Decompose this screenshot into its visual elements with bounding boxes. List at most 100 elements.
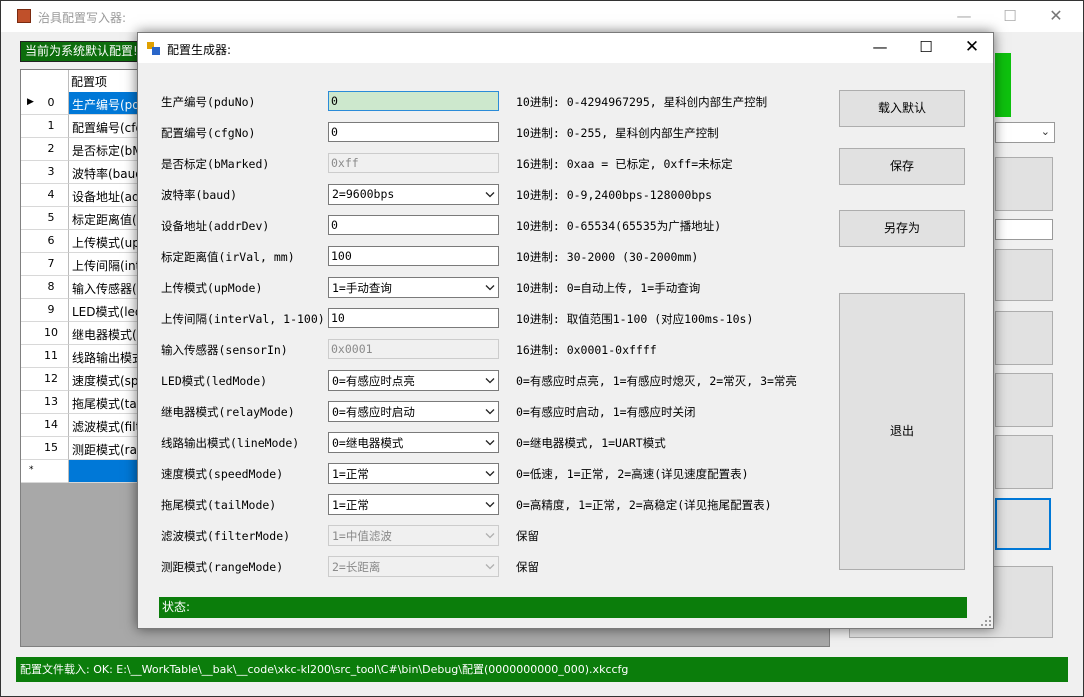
main-maximize-icon[interactable]: ☐ <box>987 1 1033 32</box>
chevron-down-icon: ⌄ <box>1040 125 1050 138</box>
field-2-input: 0xff <box>328 153 499 173</box>
field-6-select[interactable]: 1=手动查询 <box>328 277 499 298</box>
row-index: 3 <box>47 165 55 178</box>
row-index: 4 <box>47 188 55 201</box>
chevron-down-icon[interactable] <box>484 282 496 293</box>
row-header[interactable]: 15 <box>21 437 69 460</box>
field-9-label: LED模式(ledMode) <box>161 374 268 388</box>
exit-button[interactable]: 退出 <box>839 293 965 570</box>
field-12-select[interactable]: 1=正常 <box>328 463 499 484</box>
grid-corner-cell[interactable] <box>21 70 69 92</box>
field-1-input[interactable]: 0 <box>328 122 499 142</box>
field-5-label: 标定距离值(irVal, mm) <box>161 250 295 264</box>
field-2-label: 是否标定(bMarked) <box>161 157 270 171</box>
chevron-down-icon[interactable] <box>484 437 496 448</box>
chevron-down-icon[interactable] <box>484 499 496 510</box>
field-7-input[interactable]: 10 <box>328 308 499 328</box>
row-header[interactable]: 2 <box>21 138 69 161</box>
field-9-select[interactable]: 0=有感应时点亮 <box>328 370 499 391</box>
row-header[interactable]: 7 <box>21 253 69 276</box>
row-header[interactable]: 14 <box>21 414 69 437</box>
side-button-5[interactable] <box>995 435 1053 489</box>
resize-grip-icon[interactable] <box>981 616 991 626</box>
row-index: 8 <box>47 280 55 293</box>
dialog-maximize-icon[interactable]: ☐ <box>903 33 949 63</box>
row-index: 0 <box>47 96 55 109</box>
field-12-note: 0=低速, 1=正常, 2=高速(详见速度配置表) <box>516 467 749 481</box>
config-generator-dialog: 配置生成器: — ☐ ✕ 生产编号(pduNo) 0 10进制: 0-4294967… <box>137 32 994 629</box>
field-3-note: 10进制: 0-9,2400bps-128000bps <box>516 188 713 202</box>
row-index: 7 <box>47 257 55 270</box>
field-7-note: 10进制: 取值范围1-100 (对应100ms-10s) <box>516 312 754 326</box>
field-4-input[interactable]: 0 <box>328 215 499 235</box>
row-header[interactable]: 10 <box>21 322 69 345</box>
field-3-label: 波特率(baud) <box>161 188 238 202</box>
row-index: 10 <box>44 326 58 339</box>
side-button-1[interactable] <box>995 157 1053 211</box>
port-select[interactable]: ⌄ <box>995 122 1055 143</box>
field-5-note: 10进制: 30-2000 (30-2000mm) <box>516 250 699 264</box>
chevron-down-icon <box>484 561 496 572</box>
chevron-down-icon[interactable] <box>484 406 496 417</box>
chevron-down-icon[interactable] <box>484 375 496 386</box>
field-8-label: 输入传感器(sensorIn) <box>161 343 288 357</box>
current-row-marker-icon: ▶ <box>27 97 34 107</box>
side-button-4[interactable] <box>995 373 1053 427</box>
field-1-label: 配置编号(cfgNo) <box>161 126 256 140</box>
field-3-select[interactable]: 2=9600bps <box>328 184 499 205</box>
row-index: 9 <box>47 303 55 316</box>
field-7-label: 上传间隔(interVal, 1-100) <box>161 312 325 326</box>
save-as-button[interactable]: 另存为 <box>839 210 965 247</box>
field-12-label: 速度模式(speedMode) <box>161 467 284 481</box>
row-header[interactable]: 8 <box>21 276 69 299</box>
row-header[interactable]: 3 <box>21 161 69 184</box>
chevron-down-icon[interactable] <box>484 189 496 200</box>
dialog-status-bar: 状态: <box>159 597 967 618</box>
row-header[interactable]: 11 <box>21 345 69 368</box>
row-index: 15 <box>44 441 58 454</box>
row-header[interactable]: 5 <box>21 207 69 230</box>
grid-column-header[interactable]: 配置项 <box>71 73 107 90</box>
dialog-minimize-icon[interactable]: — <box>857 33 903 63</box>
field-10-note: 0=有感应时启动, 1=有感应时关闭 <box>516 405 696 419</box>
dialog-close-icon[interactable]: ✕ <box>949 33 995 63</box>
field-8-note: 16进制: 0x0001-0xffff <box>516 343 657 357</box>
main-close-icon[interactable]: ✕ <box>1033 1 1079 32</box>
field-13-select[interactable]: 1=正常 <box>328 494 499 515</box>
side-text-field[interactable] <box>995 219 1053 240</box>
field-0-note: 10进制: 0-4294967295, 星科创内部生产控制 <box>516 95 768 109</box>
dialog-app-icon <box>147 42 160 55</box>
row-header[interactable]: 12 <box>21 368 69 391</box>
field-1-note: 10进制: 0-255, 星科创内部生产控制 <box>516 126 719 140</box>
status-indicator <box>995 53 1011 117</box>
default-config-banner: 当前为系统默认配置! <box>20 41 143 62</box>
load-default-button[interactable]: 载入默认 <box>839 90 965 127</box>
save-button[interactable]: 保存 <box>839 148 965 185</box>
row-header[interactable]: ▶ 0 <box>21 92 69 115</box>
row-header[interactable]: 4 <box>21 184 69 207</box>
field-14-label: 滤波模式(filterMode) <box>161 529 291 543</box>
chevron-down-icon[interactable] <box>484 468 496 479</box>
side-button-6[interactable] <box>995 498 1051 550</box>
field-10-select[interactable]: 0=有感应时启动 <box>328 401 499 422</box>
side-button-3[interactable] <box>995 311 1053 365</box>
field-11-select-value: 0=继电器模式 <box>332 436 404 450</box>
field-13-label: 拖尾模式(tailMode) <box>161 498 277 512</box>
field-11-select[interactable]: 0=继电器模式 <box>328 432 499 453</box>
field-13-note: 0=高精度, 1=正常, 2=高稳定(详见拖尾配置表) <box>516 498 772 512</box>
row-header[interactable]: 1 <box>21 115 69 138</box>
side-button-2[interactable] <box>995 249 1053 301</box>
main-minimize-icon[interactable]: — <box>941 1 987 32</box>
field-8-input: 0x0001 <box>328 339 499 359</box>
row-header[interactable]: 13 <box>21 391 69 414</box>
field-0-input[interactable]: 0 <box>328 91 499 111</box>
field-0-label: 生产编号(pduNo) <box>161 95 256 109</box>
field-5-input[interactable]: 100 <box>328 246 499 266</box>
row-index: 13 <box>44 395 58 408</box>
row-header[interactable]: 9 <box>21 299 69 322</box>
field-4-label: 设备地址(addrDev) <box>161 219 270 233</box>
row-header[interactable]: 6 <box>21 230 69 253</box>
dialog-titlebar: 配置生成器: — ☐ ✕ <box>138 33 993 63</box>
field-6-label: 上传模式(upMode) <box>161 281 263 295</box>
row-header[interactable]: * <box>21 460 69 483</box>
